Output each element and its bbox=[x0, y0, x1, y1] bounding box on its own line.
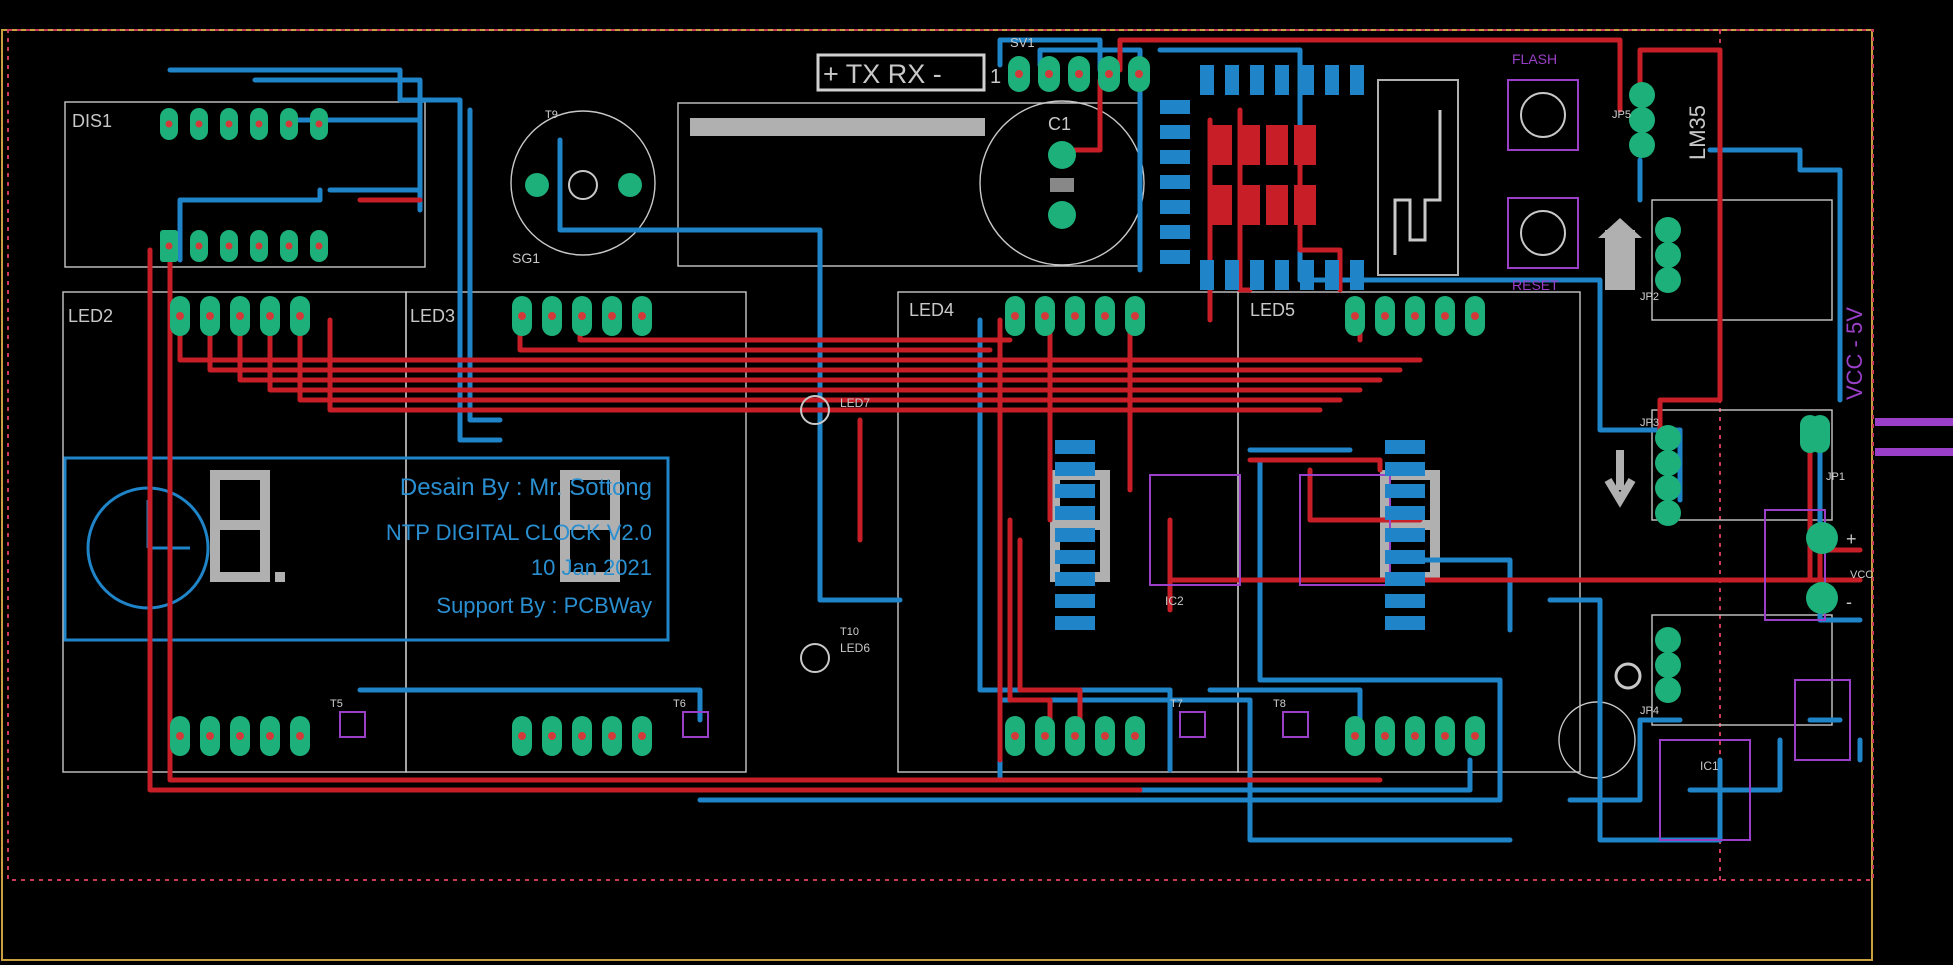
t7-label: T7 bbox=[1170, 698, 1183, 710]
c1-pad-plus bbox=[1048, 141, 1076, 169]
jp2-label: JP2 bbox=[1640, 291, 1659, 303]
led3-label: LED3 bbox=[410, 306, 455, 326]
jp4-label: JP4 bbox=[1640, 705, 1659, 717]
ic2-outline bbox=[1149, 474, 1241, 586]
t5-label: T5 bbox=[330, 698, 343, 710]
smd-resistor-column-left bbox=[1055, 440, 1095, 630]
pad-row-dis1-bottom bbox=[160, 230, 328, 262]
silk-designer: Desain By : Mr. Sottong bbox=[400, 474, 652, 501]
flash-button[interactable] bbox=[1507, 79, 1579, 151]
keepout-outline bbox=[7, 29, 1874, 881]
ic2-label: IC2 bbox=[1165, 594, 1184, 608]
silk-date: 10 Jan 2021 bbox=[531, 555, 652, 580]
led2-outline bbox=[62, 291, 407, 773]
led6-label: LED6 bbox=[840, 641, 870, 655]
sensor-label: LM35 bbox=[1685, 105, 1710, 160]
led6-outline bbox=[800, 643, 830, 673]
buzzer-label: SG1 bbox=[512, 250, 540, 266]
pad-row-led4-bottom bbox=[1005, 716, 1145, 756]
header-label: + TX RX - bbox=[823, 59, 942, 89]
jp1-pads bbox=[1800, 415, 1830, 453]
mounting-mark bbox=[1614, 662, 1642, 690]
cap-c2-outline bbox=[1558, 701, 1636, 779]
flash-button-cap bbox=[1520, 92, 1566, 138]
jp3-label: JP3 bbox=[1640, 417, 1659, 429]
sv1-label: SV1 bbox=[1010, 35, 1035, 50]
led7-label: LED7 bbox=[840, 396, 870, 410]
jp3-pads bbox=[1655, 425, 1681, 526]
smd-resistor-column-right bbox=[1385, 440, 1425, 630]
pad-row-led4-top bbox=[1005, 296, 1145, 336]
sv1-header-pads[interactable] bbox=[1008, 56, 1150, 92]
antenna-outline bbox=[1377, 79, 1459, 276]
jp5-pads bbox=[1629, 82, 1655, 158]
arrow-up-icon bbox=[1598, 218, 1642, 290]
pad-row-led5-bottom bbox=[1345, 716, 1485, 756]
transistor-markers bbox=[339, 711, 1309, 738]
board-edge bbox=[1, 29, 1873, 961]
pad-row-led2-top bbox=[170, 296, 310, 336]
dis1-outline bbox=[64, 101, 426, 268]
pin-one-label: 1 bbox=[990, 66, 1001, 88]
pad-row-led3-top bbox=[512, 296, 652, 336]
vcc-pin-label: VCC bbox=[1850, 569, 1873, 581]
arrow-down-icon bbox=[1604, 450, 1636, 508]
jp1-label: JP1 bbox=[1826, 471, 1845, 483]
led5-label: LED5 bbox=[1250, 300, 1295, 320]
reset-label: RESET bbox=[1512, 277, 1559, 293]
led2-label: LED2 bbox=[68, 306, 113, 326]
pad-row-dis1-top bbox=[160, 108, 328, 140]
segment-digit-1 bbox=[210, 470, 285, 582]
jp2-pads bbox=[1655, 217, 1681, 293]
vcc-minus-mark: - bbox=[1846, 592, 1852, 612]
ic1-label: IC1 bbox=[1700, 759, 1719, 773]
power-wire-positive bbox=[1875, 418, 1953, 426]
led4-label: LED4 bbox=[909, 300, 954, 320]
vcc-plus-mark: + bbox=[1846, 529, 1857, 549]
pcb-layout-canvas[interactable]: + TX RX - 1 SV1 C1 DIS1 SG1 FLASH RESET … bbox=[0, 0, 1953, 965]
module-silk-bar bbox=[690, 118, 985, 136]
c1-pad-minus bbox=[1048, 201, 1076, 229]
dis1-label: DIS1 bbox=[72, 111, 112, 131]
antenna-trace bbox=[1393, 110, 1442, 255]
reset-button-cap bbox=[1520, 210, 1566, 256]
t10-label: T10 bbox=[840, 626, 859, 638]
c1-body bbox=[1050, 178, 1074, 192]
silk-product: NTP DIGITAL CLOCK V2.0 bbox=[386, 520, 652, 545]
flash-label: FLASH bbox=[1512, 51, 1557, 67]
ic-center-outline bbox=[1299, 474, 1391, 586]
t9-label: T9 bbox=[545, 109, 558, 121]
buzzer-pad-1 bbox=[525, 173, 549, 197]
vcc-text: VCC - 5V bbox=[1842, 307, 1867, 400]
t8-label: T8 bbox=[1273, 698, 1286, 710]
pad-row-led3-bottom bbox=[512, 716, 652, 756]
buzzer-pad-2 bbox=[618, 173, 642, 197]
jp4-pads bbox=[1655, 627, 1681, 703]
reset-button[interactable] bbox=[1507, 197, 1579, 269]
buzzer-center-mark bbox=[568, 170, 598, 200]
pad-row-led2-bottom bbox=[170, 716, 310, 756]
c1-label: C1 bbox=[1048, 114, 1071, 134]
power-wire-negative bbox=[1875, 448, 1953, 456]
esp-module-pads bbox=[1160, 65, 1364, 290]
t6-label: T6 bbox=[673, 698, 686, 710]
jp5-label: JP5 bbox=[1612, 109, 1631, 121]
pad-row-led5-top bbox=[1345, 296, 1485, 336]
silk-support: Support By : PCBWay bbox=[436, 593, 652, 618]
